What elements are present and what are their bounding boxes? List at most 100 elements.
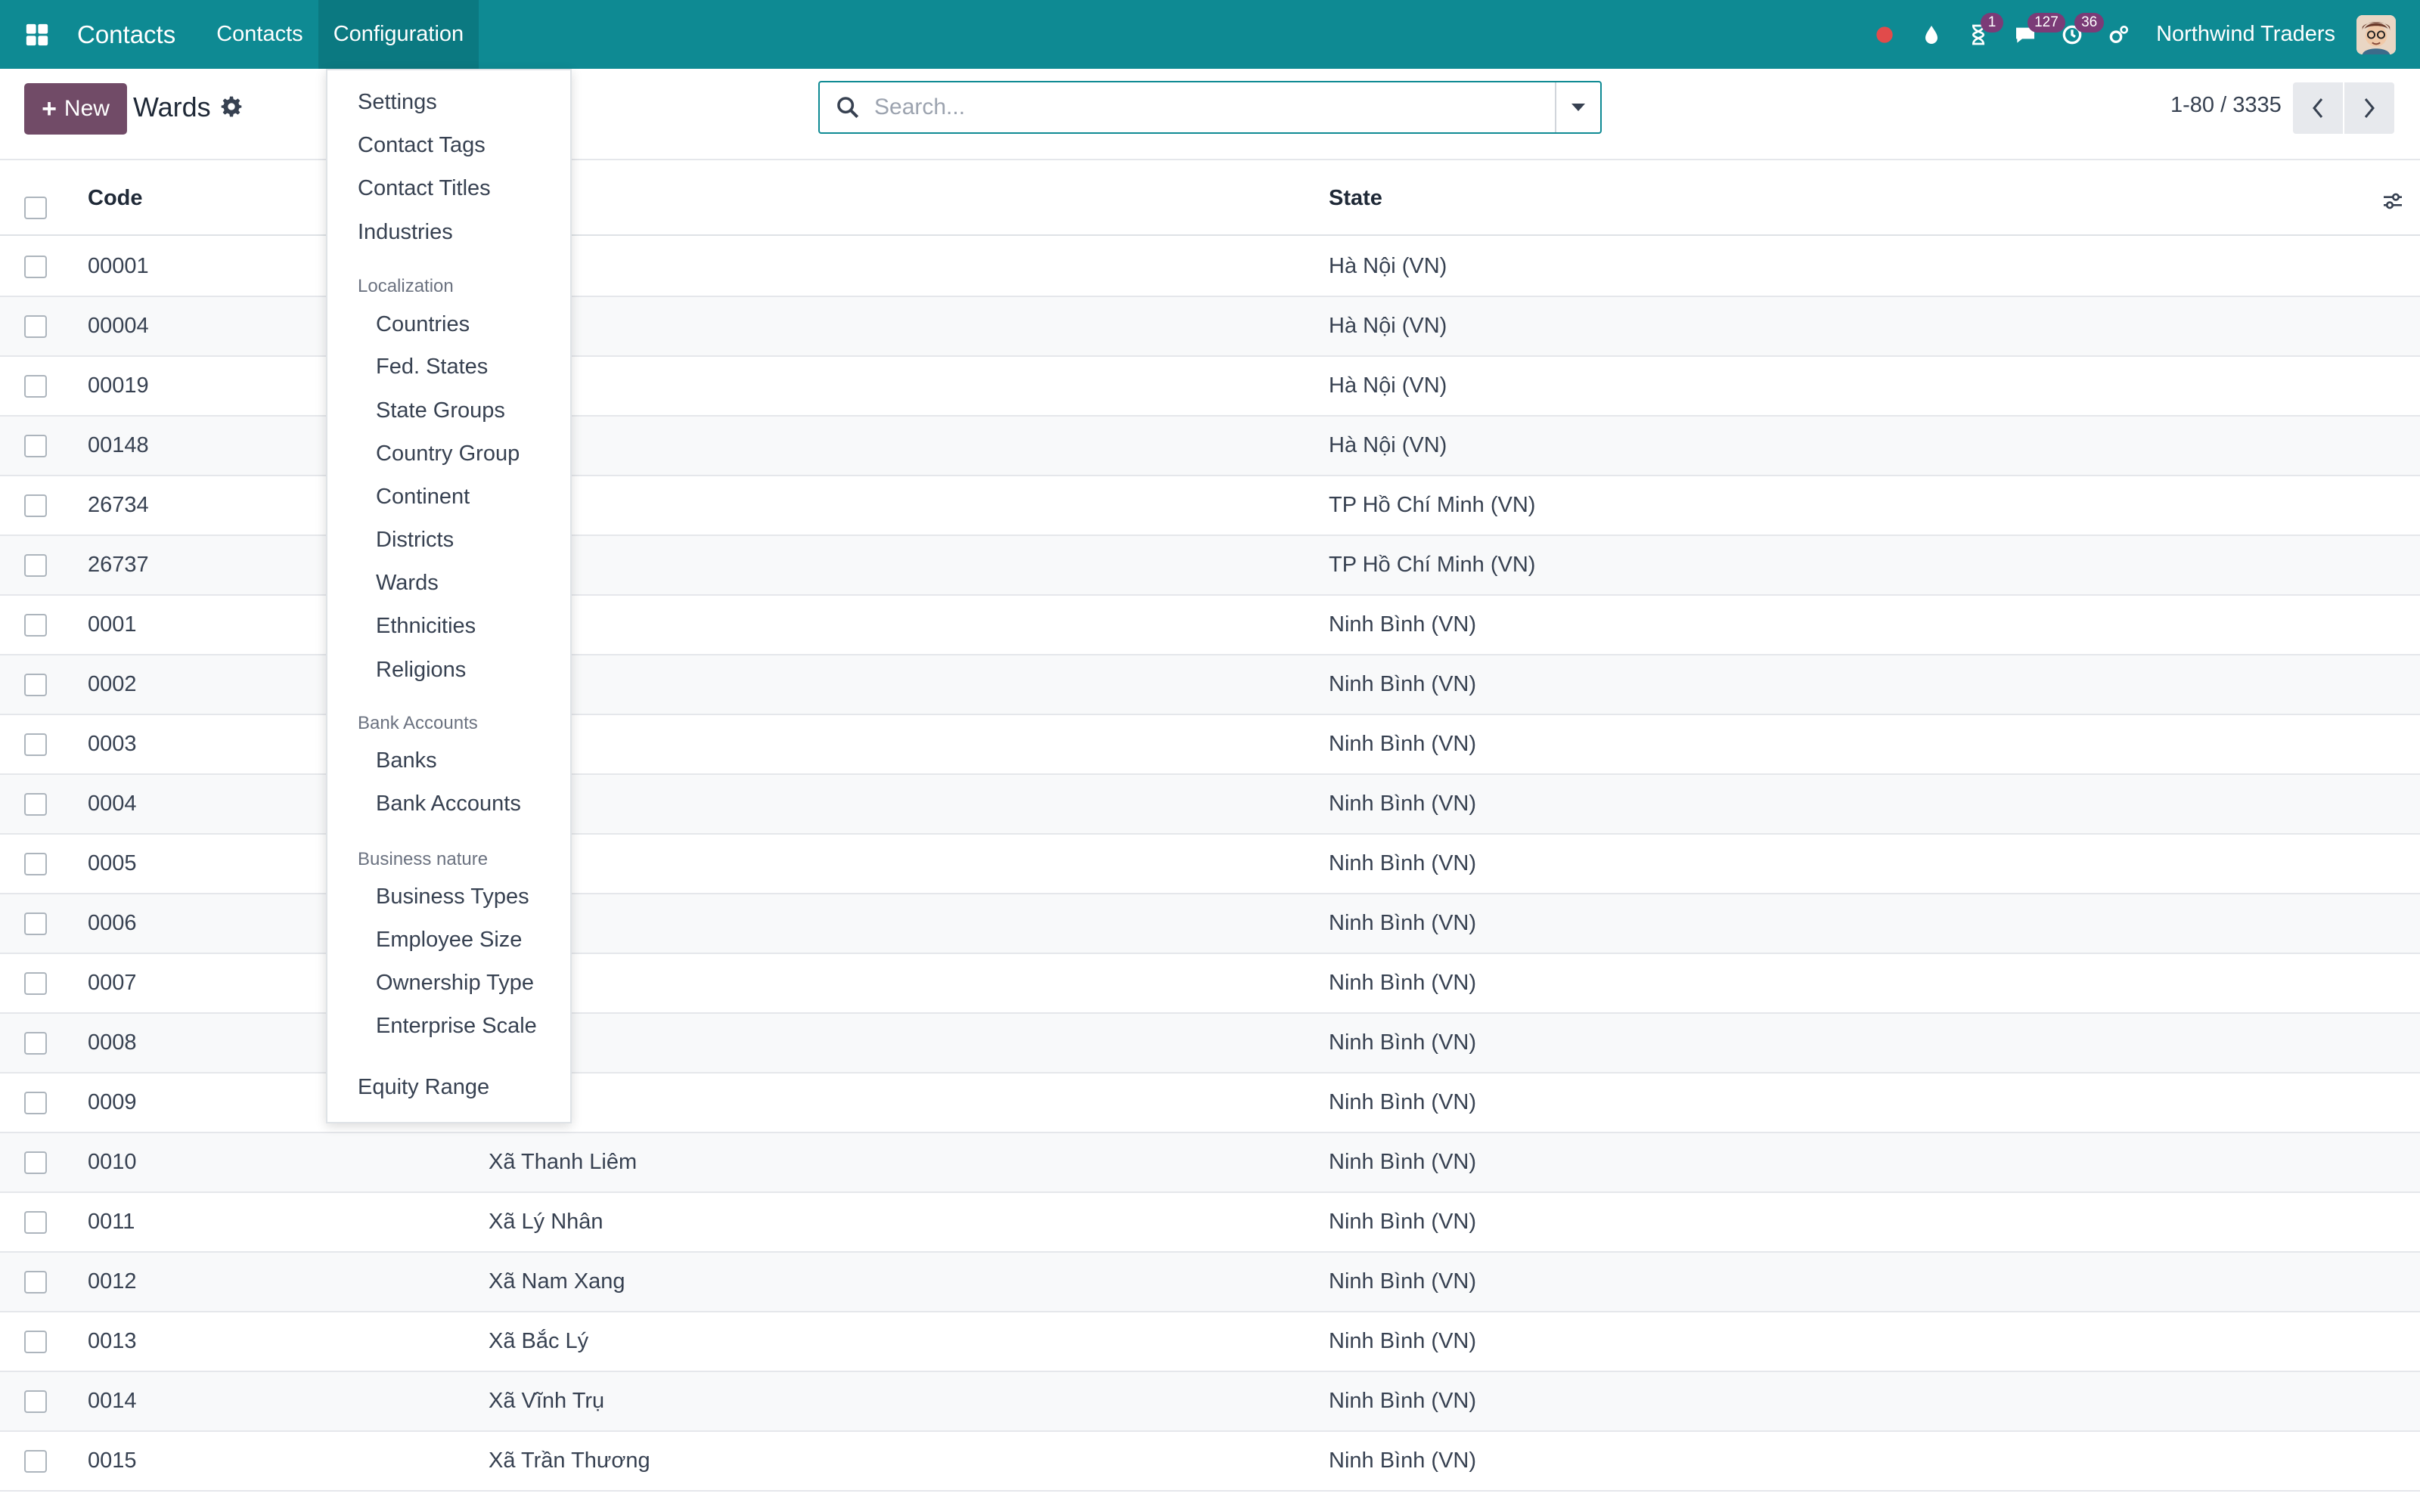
table-row[interactable]: 0012 Xã Nam Xang Ninh Bình (VN) — [0, 1253, 2420, 1312]
menu-item-enterprise-scale[interactable]: Enterprise Scale — [376, 1014, 537, 1039]
user-avatar[interactable] — [2356, 14, 2396, 54]
cell-code: 0006 — [88, 911, 137, 935]
menu-item-ethnicities[interactable]: Ethnicities — [376, 614, 476, 639]
app-brand[interactable]: Contacts — [77, 20, 175, 49]
row-checkbox[interactable] — [24, 1390, 47, 1413]
cell-name: Xã Nam Xang — [489, 1269, 625, 1294]
menu-item-employee-size[interactable]: Employee Size — [376, 928, 522, 953]
table-row[interactable]: 0014 Xã Vĩnh Trụ Ninh Bình (VN) — [0, 1372, 2420, 1432]
activity-badge: 1 — [1981, 13, 2004, 33]
menu-item-state-groups[interactable]: State Groups — [376, 398, 505, 423]
clock-icon[interactable]: 36 — [2049, 0, 2105, 69]
row-checkbox[interactable] — [24, 554, 47, 577]
cell-state: Ninh Bình (VN) — [1329, 1030, 1477, 1055]
table-row[interactable]: 0015 Xã Trần Thương Ninh Bình (VN) — [0, 1432, 2420, 1492]
cell-code: 0013 — [88, 1329, 137, 1353]
menu-item-ownership-type[interactable]: Ownership Type — [376, 971, 534, 996]
cell-name: Xã Thanh Liêm — [489, 1150, 638, 1174]
row-checkbox[interactable] — [24, 793, 47, 816]
menu-item-districts[interactable]: Districts — [376, 528, 454, 553]
cell-code: 0010 — [88, 1150, 137, 1174]
cell-code: 00148 — [88, 433, 149, 457]
top-navbar: Contacts Contacts Configuration 1 127 36… — [0, 0, 2420, 69]
menu-item-settings[interactable]: Settings — [358, 90, 437, 115]
table-row[interactable]: 0013 Xã Bắc Lý Ninh Bình (VN) — [0, 1312, 2420, 1372]
menu-configuration[interactable]: Configuration — [318, 0, 479, 69]
hourglass-icon[interactable]: 1 — [1955, 0, 2004, 69]
cell-state: Hà Nội (VN) — [1329, 373, 1447, 398]
cell-state: Ninh Bình (VN) — [1329, 1210, 1477, 1234]
menu-item-religions[interactable]: Religions — [376, 658, 466, 683]
menu-item-continent[interactable]: Continent — [376, 485, 470, 510]
menu-item-fed-states[interactable]: Fed. States — [376, 355, 488, 380]
menu-header-bank-accounts: Bank Accounts — [358, 713, 478, 733]
row-checkbox[interactable] — [24, 1211, 47, 1234]
row-checkbox[interactable] — [24, 972, 47, 995]
pager-value[interactable]: 1-80 / 3335 — [2170, 93, 2282, 118]
cell-code: 0014 — [88, 1389, 137, 1413]
row-checkbox[interactable] — [24, 256, 47, 278]
menu-item-equity-range[interactable]: Equity Range — [358, 1075, 489, 1100]
cell-state: TP Hồ Chí Minh (VN) — [1329, 553, 1536, 577]
menu-item-banks[interactable]: Banks — [376, 748, 437, 773]
optional-columns-icon[interactable] — [2381, 189, 2405, 213]
menu-item-bank-accounts[interactable]: Bank Accounts — [376, 792, 521, 816]
row-checkbox[interactable] — [24, 1032, 47, 1055]
row-checkbox[interactable] — [24, 494, 47, 517]
column-header-code[interactable]: Code — [88, 186, 143, 211]
menu-item-country-group[interactable]: Country Group — [376, 442, 520, 466]
cell-state: Ninh Bình (VN) — [1329, 1269, 1477, 1294]
cell-code: 00019 — [88, 373, 149, 398]
search-input[interactable] — [874, 94, 1525, 120]
row-checkbox[interactable] — [24, 1151, 47, 1174]
chat-icon[interactable]: 127 — [2002, 0, 2065, 69]
pager-next-button[interactable] — [2344, 82, 2394, 134]
caret-down-icon — [1571, 104, 1585, 111]
cell-code: 0003 — [88, 732, 137, 756]
menu-contacts[interactable]: Contacts — [201, 0, 318, 69]
chevron-right-icon — [2364, 98, 2375, 118]
menu-item-wards[interactable]: Wards — [376, 571, 439, 596]
menu-item-business-types[interactable]: Business Types — [376, 885, 529, 909]
row-checkbox[interactable] — [24, 1092, 47, 1114]
column-header-state[interactable]: State — [1329, 186, 1382, 211]
cell-state: Ninh Bình (VN) — [1329, 1150, 1477, 1174]
row-checkbox[interactable] — [24, 435, 47, 457]
cell-state: Ninh Bình (VN) — [1329, 672, 1477, 696]
pager-previous-button[interactable] — [2293, 82, 2343, 134]
gear-icon[interactable] — [219, 94, 244, 119]
table-row[interactable]: 0010 Xã Thanh Liêm Ninh Bình (VN) — [0, 1133, 2420, 1193]
cell-name: Xã Vĩnh Trụ — [489, 1389, 605, 1413]
cell-state: Ninh Bình (VN) — [1329, 1389, 1477, 1413]
menu-item-contact-tags[interactable]: Contact Tags — [358, 133, 486, 158]
table-row[interactable]: 0011 Xã Lý Nhân Ninh Bình (VN) — [0, 1193, 2420, 1253]
row-checkbox[interactable] — [24, 733, 47, 756]
recording-dot-icon[interactable] — [1861, 0, 1908, 69]
row-checkbox[interactable] — [24, 674, 47, 696]
cell-code: 00001 — [88, 254, 149, 278]
row-checkbox[interactable] — [24, 315, 47, 338]
row-checkbox[interactable] — [24, 614, 47, 637]
search-options-toggle[interactable] — [1555, 82, 1600, 132]
row-checkbox[interactable] — [24, 1450, 47, 1473]
menu-header-localization: Localization — [358, 276, 454, 296]
row-checkbox[interactable] — [24, 1271, 47, 1294]
menu-item-contact-titles[interactable]: Contact Titles — [358, 176, 491, 201]
row-checkbox[interactable] — [24, 1331, 47, 1353]
row-checkbox[interactable] — [24, 853, 47, 875]
app-grid-icon[interactable] — [20, 17, 54, 52]
cell-state: Ninh Bình (VN) — [1329, 1448, 1477, 1473]
menu-item-industries[interactable]: Industries — [358, 220, 453, 245]
droplet-icon[interactable] — [1908, 0, 1955, 69]
company-switcher[interactable]: Northwind Traders — [2156, 22, 2335, 47]
cell-code: 00004 — [88, 314, 149, 338]
cell-state: Ninh Bình (VN) — [1329, 1090, 1477, 1114]
cogs-icon[interactable] — [2096, 0, 2142, 69]
row-checkbox[interactable] — [24, 375, 47, 398]
menu-item-countries[interactable]: Countries — [376, 312, 470, 337]
new-button[interactable]: + New — [24, 83, 127, 135]
select-all-checkbox[interactable] — [24, 197, 47, 219]
row-checkbox[interactable] — [24, 912, 47, 935]
systray: 1 127 36 Northwind Traders — [1861, 0, 2420, 69]
cell-state: Ninh Bình (VN) — [1329, 971, 1477, 995]
